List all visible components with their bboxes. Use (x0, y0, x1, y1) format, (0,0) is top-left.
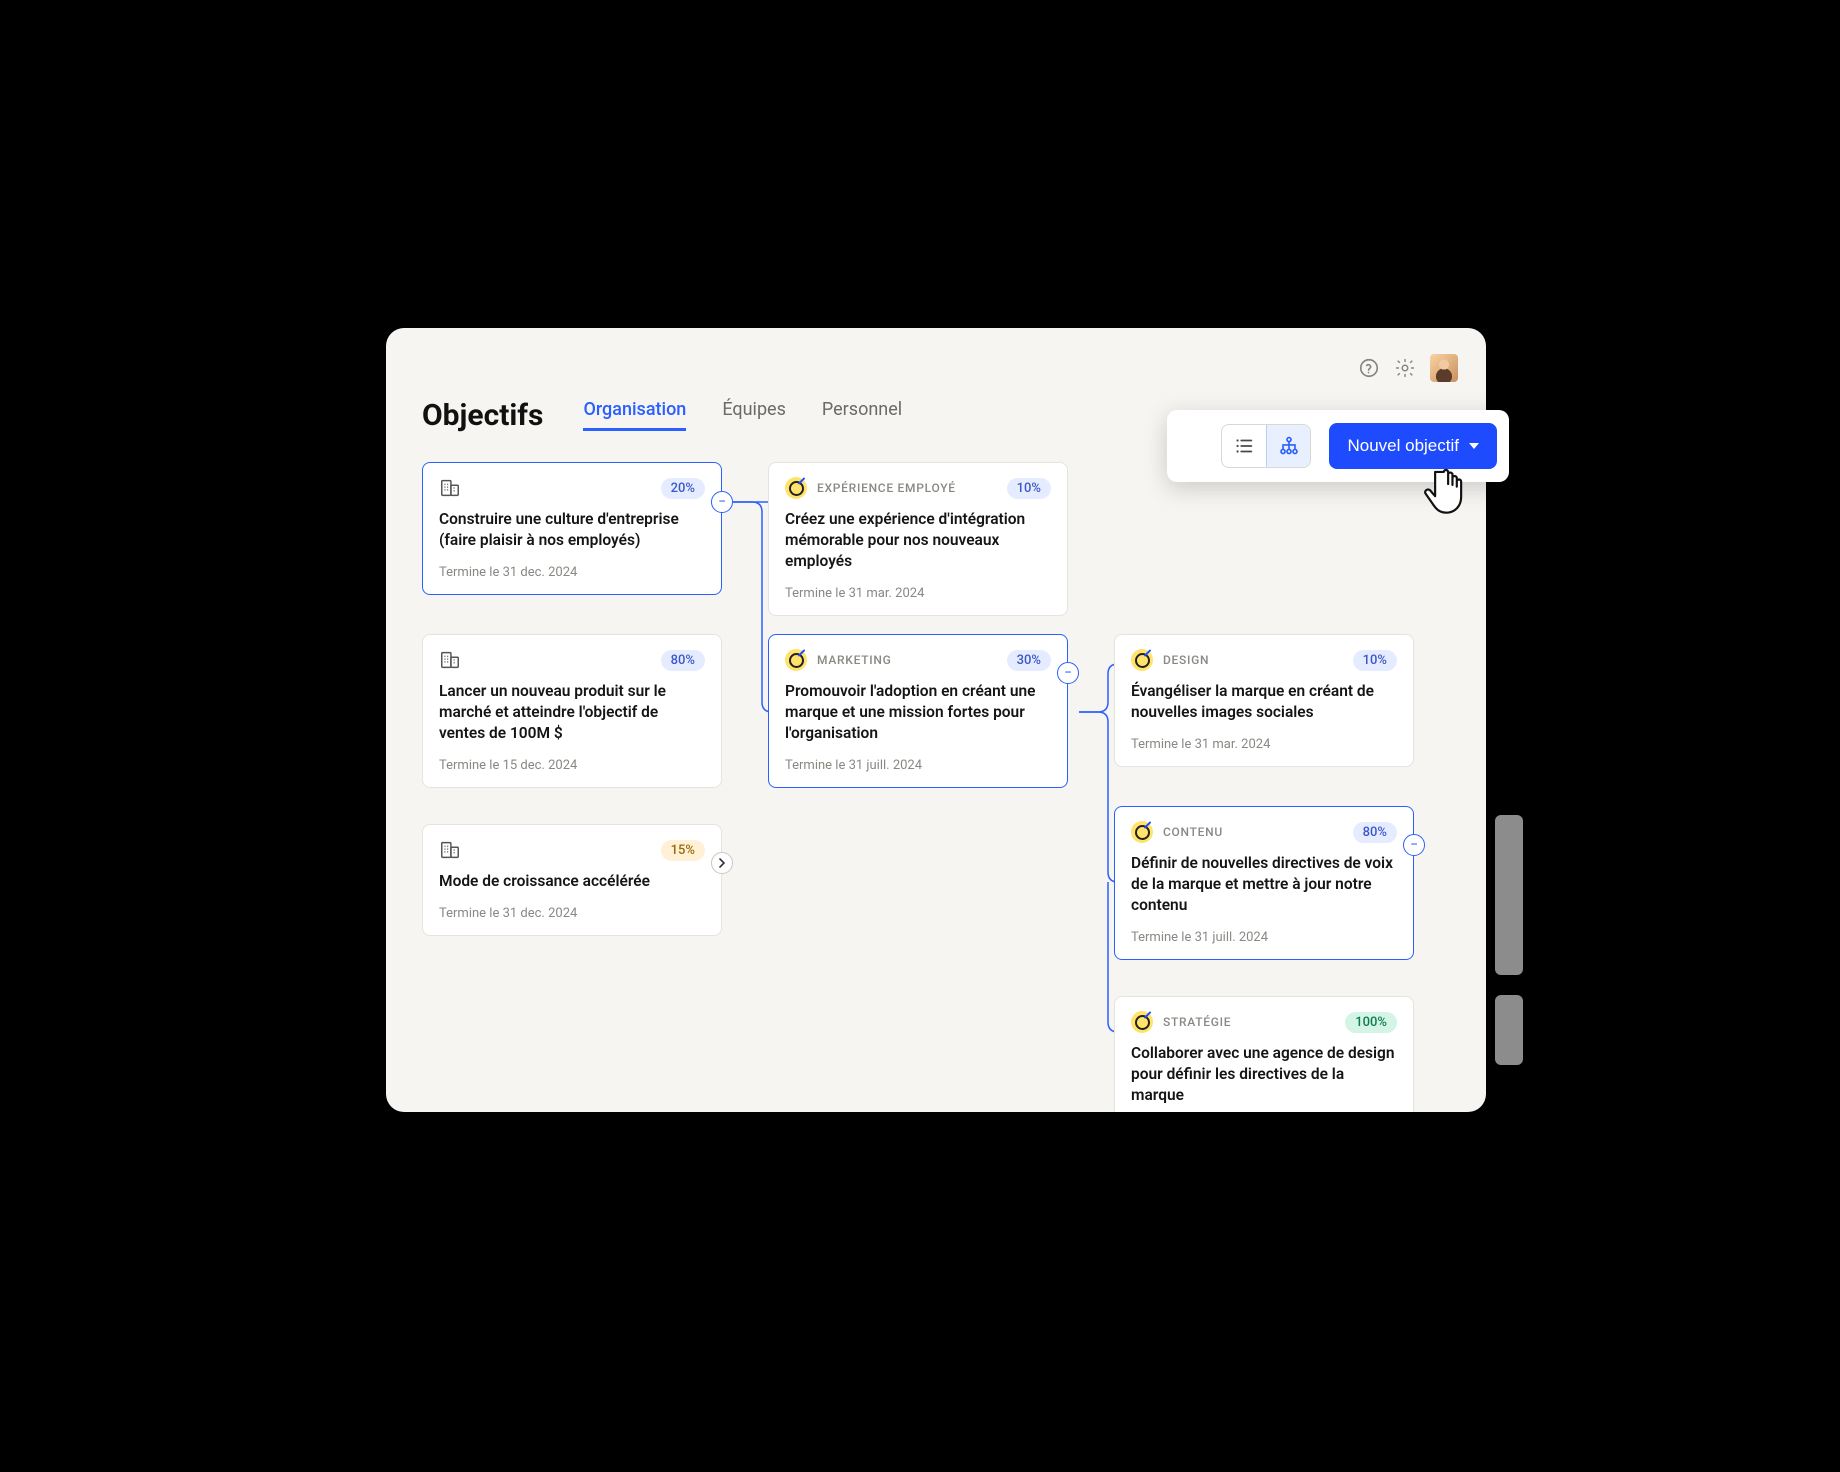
target-icon (1131, 1011, 1153, 1033)
progress-badge: 80% (1353, 822, 1397, 843)
card-date: Termine le 31 mar. 2024 (1131, 737, 1397, 752)
progress-badge: 20% (661, 478, 705, 499)
card-date: Termine le 31 juill. 2024 (1131, 930, 1397, 945)
tree-view-button[interactable] (1266, 425, 1310, 467)
progress-badge: 100% (1345, 1012, 1397, 1033)
help-icon[interactable] (1358, 357, 1380, 379)
card-title: Définir de nouvelles directives de voix … (1131, 853, 1397, 916)
objective-card[interactable]: 20% Construire une culture d'entreprise … (422, 462, 722, 595)
target-icon (785, 477, 807, 499)
objective-card[interactable]: 15% Mode de croissance accélérée Termine… (422, 824, 722, 936)
expand-toggle-a3[interactable] (711, 852, 733, 874)
progress-badge: 30% (1007, 650, 1051, 671)
org-icon (439, 839, 461, 861)
objective-card[interactable]: DESIGN 10% Évangéliser la marque en créa… (1114, 634, 1414, 767)
card-date: Termine le 31 mar. 2024 (785, 586, 1051, 601)
objective-card[interactable]: MARKETING 30% Promouvoir l'adoption en c… (768, 634, 1068, 788)
org-icon (439, 477, 461, 499)
toolbar: Nouvel objectif (1167, 410, 1509, 482)
progress-badge: 10% (1353, 650, 1397, 671)
card-title: Créez une expérience d'intégration mémor… (785, 509, 1051, 572)
list-view-button[interactable] (1222, 425, 1266, 467)
card-date: Termine le 31 juill. 2024 (785, 758, 1051, 773)
avatar[interactable] (1430, 354, 1458, 382)
objectives-tree: − − − 20% Construire une culture d'entre… (422, 462, 1482, 1102)
peek-card (1495, 995, 1523, 1065)
gear-icon[interactable] (1394, 357, 1416, 379)
category-label: STRATÉGIE (1163, 1015, 1231, 1029)
target-icon (1131, 649, 1153, 671)
new-objective-button[interactable]: Nouvel objectif (1329, 423, 1497, 469)
category-label: CONTENU (1163, 825, 1223, 839)
tabs: Organisation Équipes Personnel (583, 399, 902, 433)
chevron-down-icon (1469, 443, 1479, 449)
card-date: Termine le 31 dec. 2024 (439, 565, 705, 580)
card-title: Évangéliser la marque en créant de nouve… (1131, 681, 1397, 723)
view-toggle (1221, 424, 1311, 468)
tab-personnel[interactable]: Personnel (822, 399, 902, 431)
objective-card[interactable]: STRATÉGIE 100% Collaborer avec une agenc… (1114, 996, 1414, 1112)
peek-card (1495, 815, 1523, 975)
collapse-toggle-a1[interactable]: − (711, 491, 733, 513)
category-label: DESIGN (1163, 653, 1209, 667)
progress-badge: 10% (1007, 478, 1051, 499)
page-title: Objectifs (422, 398, 543, 433)
collapse-toggle-b2[interactable]: − (1057, 662, 1079, 684)
progress-badge: 80% (661, 650, 705, 671)
card-title: Construire une culture d'entreprise (fai… (439, 509, 705, 551)
card-date: Termine le 31 dec. 2024 (439, 906, 705, 921)
objective-card[interactable]: EXPÉRIENCE EMPLOYÉ 10% Créez une expérie… (768, 462, 1068, 616)
target-icon (1131, 821, 1153, 843)
card-title: Promouvoir l'adoption en créant une marq… (785, 681, 1051, 744)
collapse-toggle-c2[interactable]: − (1403, 834, 1425, 856)
category-label: MARKETING (817, 653, 891, 667)
card-title: Collaborer avec une agence de design pou… (1131, 1043, 1397, 1106)
tab-organisation[interactable]: Organisation (583, 399, 686, 431)
target-icon (785, 649, 807, 671)
card-title: Mode de croissance accélérée (439, 871, 705, 892)
card-title: Lancer un nouveau produit sur le marché … (439, 681, 705, 744)
org-icon (439, 649, 461, 671)
objective-card[interactable]: 80% Lancer un nouveau produit sur le mar… (422, 634, 722, 788)
progress-badge: 15% (661, 840, 705, 861)
tab-equipes[interactable]: Équipes (722, 399, 786, 431)
objective-card[interactable]: CONTENU 80% Définir de nouvelles directi… (1114, 806, 1414, 960)
new-objective-label: Nouvel objectif (1347, 436, 1459, 456)
card-date: Termine le 15 dec. 2024 (439, 758, 705, 773)
category-label: EXPÉRIENCE EMPLOYÉ (817, 481, 956, 495)
